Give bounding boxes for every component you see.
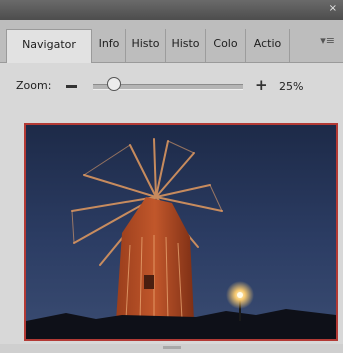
tab-actions[interactable]: Actio bbox=[246, 29, 290, 62]
zoom-out-icon[interactable] bbox=[66, 85, 77, 88]
zoom-slider-thumb[interactable] bbox=[107, 77, 121, 91]
navigator-panel: × Navigator Info Histo Histo Colo Actio … bbox=[0, 0, 343, 353]
panel-titlebar[interactable]: × bbox=[0, 0, 343, 20]
tab-navigator[interactable]: Navigator bbox=[6, 29, 92, 63]
zoom-in-icon[interactable]: + bbox=[255, 76, 268, 94]
close-icon[interactable]: × bbox=[329, 3, 337, 15]
panel-tab-bar: Navigator Info Histo Histo Colo Actio ▾≡ bbox=[0, 20, 343, 63]
panel-menu-icon[interactable]: ▾≡ bbox=[320, 34, 335, 47]
tab-info[interactable]: Info bbox=[93, 29, 126, 62]
tab-color[interactable]: Colo bbox=[206, 29, 246, 62]
zoom-value[interactable]: 25% bbox=[279, 80, 303, 93]
zoom-row: Zoom: + 25% bbox=[0, 62, 343, 110]
windmill-photo bbox=[26, 125, 336, 339]
navigator-preview[interactable] bbox=[24, 123, 338, 341]
tab-histogram-2[interactable]: Histo bbox=[166, 29, 206, 62]
resize-grip-icon[interactable] bbox=[163, 346, 181, 349]
tab-histogram-1[interactable]: Histo bbox=[126, 29, 166, 62]
zoom-label: Zoom: bbox=[16, 79, 52, 92]
